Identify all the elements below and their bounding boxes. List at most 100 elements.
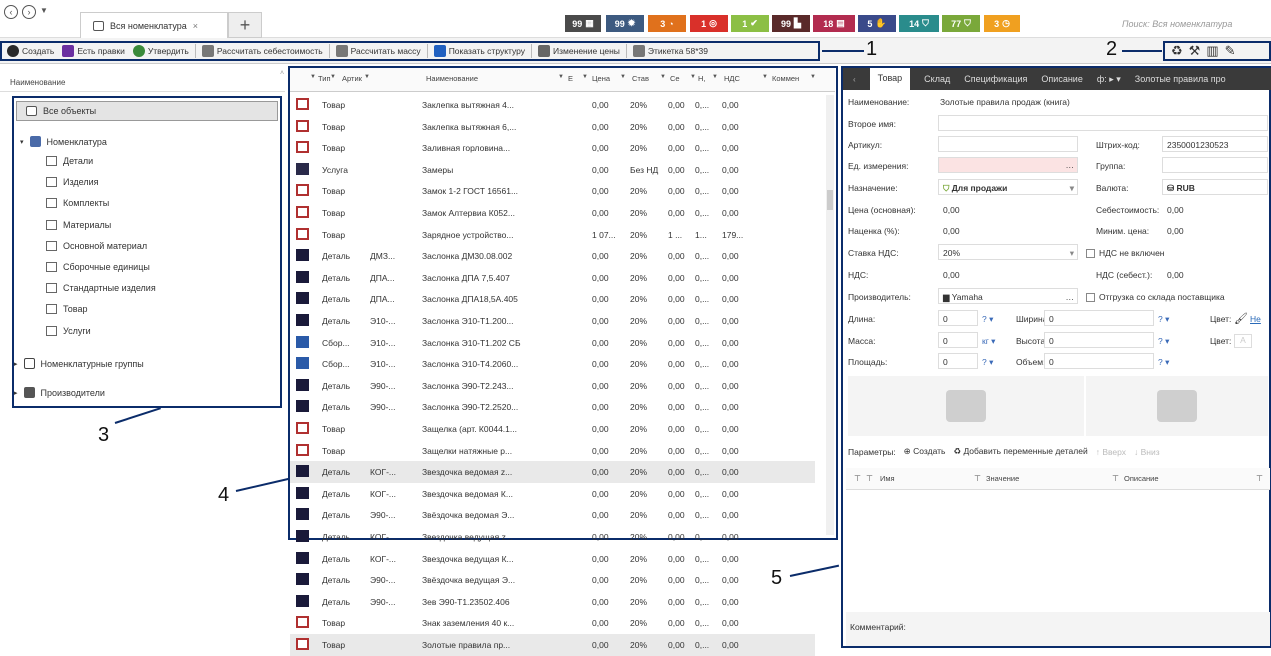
expand-icon[interactable]: ▾ (20, 138, 24, 146)
image-placeholder-1[interactable] (848, 376, 1084, 436)
vat-included-checkbox[interactable]: НДС не включен (1086, 248, 1165, 259)
tree-item-nomenclature[interactable]: ▾ Номенклатура (20, 136, 107, 147)
notification-badge[interactable]: 99 ▦ (565, 15, 601, 32)
table-row[interactable]: Деталь КОГ-... Звездочка ведущая z... 0,00 2… (290, 526, 815, 548)
params-create-button[interactable]: ⊕ Создать (904, 446, 946, 457)
table-row[interactable]: Товар Защелки натяжные р... 0,00 20% 0,00 0,.… (290, 440, 815, 462)
table-row[interactable]: Деталь КОГ-... Звездочка ведомая К... 0,00 2… (290, 483, 815, 505)
filter-icon[interactable]: ▼ (762, 74, 768, 80)
notification-badge[interactable]: 5 ✋ (858, 15, 896, 32)
tree-item-groups[interactable]: ▸ Номенклатурные группы (14, 358, 144, 369)
column-header[interactable]: Н, (698, 74, 706, 83)
tree-item-category[interactable]: Детали (46, 156, 93, 166)
comment-area[interactable]: Комментарий: (846, 612, 1270, 646)
tree-item-category[interactable]: Услуги (46, 325, 91, 336)
column-header[interactable]: Став (632, 74, 649, 83)
toolbar-button[interactable]: Показать структуру (431, 43, 528, 59)
tree-item-category[interactable]: Стандартные изделия (46, 283, 156, 294)
table-row[interactable]: Деталь ДПА... Заслонка ДПА 7,5.407 0,00 20% 0… (290, 267, 815, 289)
filter-icon[interactable]: ⊤ (1256, 474, 1263, 483)
name-value[interactable]: Золотые правила продаж (книга) (940, 97, 1070, 107)
pcol-name[interactable]: Имя (880, 474, 895, 483)
vat-field[interactable]: 0,00 (938, 266, 1078, 282)
tab-title-truncated[interactable]: Золотые правила про (1135, 74, 1226, 84)
currency-select[interactable]: ⛁ RUB (1162, 179, 1268, 195)
scroll-up-icon[interactable]: ˄ (280, 70, 284, 77)
height-field[interactable]: 0 (1044, 332, 1154, 348)
table-row[interactable]: Товар Заливная горловина... 0,00 20% 0,00 0,.… (290, 137, 815, 159)
area-field[interactable]: 0 (938, 353, 978, 369)
tab-specification[interactable]: Спецификация (964, 74, 1027, 84)
filter-icon[interactable]: ▼ (330, 74, 336, 80)
grid-scrollbar[interactable] (826, 95, 834, 535)
tree-item-category[interactable]: Основной материал (46, 240, 147, 251)
mass-unit-select[interactable]: кг ▾ (982, 336, 995, 347)
tabs-left-icon[interactable]: ‹ (853, 75, 856, 84)
column-header[interactable]: НДС (724, 74, 740, 83)
collapse-icon[interactable]: ▸ (14, 389, 18, 397)
table-row[interactable]: Деталь Э90-... Зев Э90-Т1.23502.406 0,00 20%… (290, 591, 815, 613)
tree-item-category[interactable]: Комплекты (46, 198, 109, 209)
notification-badge[interactable]: 3 ◷ (984, 15, 1020, 32)
filter-icon[interactable]: ⊤ (1112, 474, 1119, 483)
unit-field[interactable]: … (938, 157, 1078, 173)
cost-field[interactable]: 0,00 (1162, 201, 1268, 217)
color-link[interactable]: Не (1250, 314, 1261, 324)
image-placeholder-2[interactable] (1086, 376, 1268, 436)
column-header[interactable]: Се (670, 74, 680, 83)
width-field[interactable]: 0 (1044, 310, 1154, 326)
search-input[interactable]: Поиск: Вся номенклатура (1118, 15, 1268, 32)
history-dropdown-icon[interactable]: ▼ (40, 6, 48, 15)
params-up-button[interactable]: ↑ Вверх (1096, 447, 1126, 457)
table-row[interactable]: Деталь Э90-... Звёздочка ведомая Э... 0,00 2… (290, 504, 815, 526)
table-row[interactable]: Сбор... Э10-... Заслонка Э10-Т4.2060... 0,0… (290, 353, 815, 375)
mass-field[interactable]: 0 (938, 332, 978, 348)
maker-field[interactable]: ▆ Yamaha… (938, 288, 1078, 304)
column-header[interactable]: Е (568, 74, 573, 83)
grid-scrollbar-thumb[interactable] (827, 190, 833, 210)
filter-icon[interactable]: ▼ (364, 74, 370, 80)
tab-more[interactable]: ф: ▸ ▾ (1097, 74, 1121, 85)
table-row[interactable]: Товар Защелка (арт. К0044.1... 0,00 20% 0,00… (290, 418, 815, 440)
table-row[interactable]: Товар Замок Алтервиа К052... 0,00 20% 0,00 0,… (290, 202, 815, 224)
volume-field[interactable]: 0 (1044, 353, 1154, 369)
column-header[interactable]: Артик (342, 74, 362, 83)
columns-icon[interactable]: ▥ (1206, 43, 1218, 59)
group-field[interactable] (1162, 157, 1268, 173)
toolbar-button[interactable]: Рассчитать массу (333, 43, 424, 59)
toolbar-button[interactable]: Есть правки (59, 43, 128, 59)
notification-badge[interactable]: 77 ⛉ (942, 15, 980, 32)
brush-icon[interactable]: 🖌 (1234, 312, 1248, 325)
filter-icon[interactable]: ⊤ (866, 474, 873, 483)
notification-badge[interactable]: 1 ◎ (690, 15, 728, 32)
height-unit-select[interactable]: ? ▾ (1158, 336, 1169, 347)
pcol-desc[interactable]: Описание (1124, 474, 1159, 483)
tree-item-category[interactable]: Изделия (46, 177, 99, 188)
table-row[interactable]: Деталь КОГ-... Звездочка ведомая z... 0,00 2… (290, 461, 815, 483)
notification-badge[interactable]: 3 ◔ (648, 15, 686, 32)
back-icon[interactable]: ‹ (4, 5, 18, 19)
filter-icon[interactable]: ▼ (558, 74, 564, 80)
toolbar-button[interactable]: Рассчитать себестоимость (199, 43, 326, 59)
tree-item-all-objects[interactable]: Все объекты (26, 106, 96, 116)
tab-description[interactable]: Описание (1041, 74, 1082, 84)
params-down-button[interactable]: ↓ Вниз (1134, 447, 1160, 457)
second-name-field[interactable] (938, 115, 1268, 131)
vat-rate-select[interactable]: 20% ▾ (938, 244, 1078, 260)
notification-badge[interactable]: 18 ▤ (813, 15, 855, 32)
table-row[interactable]: Сбор... Э10-... Заслонка Э10-Т1.202 СБ 0,00… (290, 332, 815, 354)
filter-icon[interactable]: ▼ (810, 74, 816, 80)
table-row[interactable]: Товар Замок 1-2 ГОСТ 16561... 0,00 20% 0,00 0… (290, 180, 815, 202)
width-unit-select[interactable]: ? ▾ (1158, 314, 1169, 325)
purpose-select[interactable]: ⛉ Для продажи ▾ (938, 179, 1078, 195)
table-row[interactable]: Товар Знак заземления 40 к... 0,00 20% 0,00 0… (290, 612, 815, 634)
table-row[interactable]: Товар Золотые правила пр... 0,00 20% 0,00 0,.… (290, 634, 815, 656)
tab-warehouse[interactable]: Склад (924, 74, 950, 84)
length-unit-select[interactable]: ? ▾ (982, 314, 993, 325)
tree-item-category[interactable]: Сборочные единицы (46, 262, 150, 272)
tab-close-icon[interactable]: × (193, 21, 198, 31)
table-row[interactable]: Деталь ДПА... Заслонка ДПА18,5А.405 0,00 20%… (290, 288, 815, 310)
forward-icon[interactable]: › (22, 5, 36, 19)
notification-badge[interactable]: 99 ✹ (606, 15, 644, 32)
toolbar-button[interactable]: Изменение цены (535, 43, 623, 59)
